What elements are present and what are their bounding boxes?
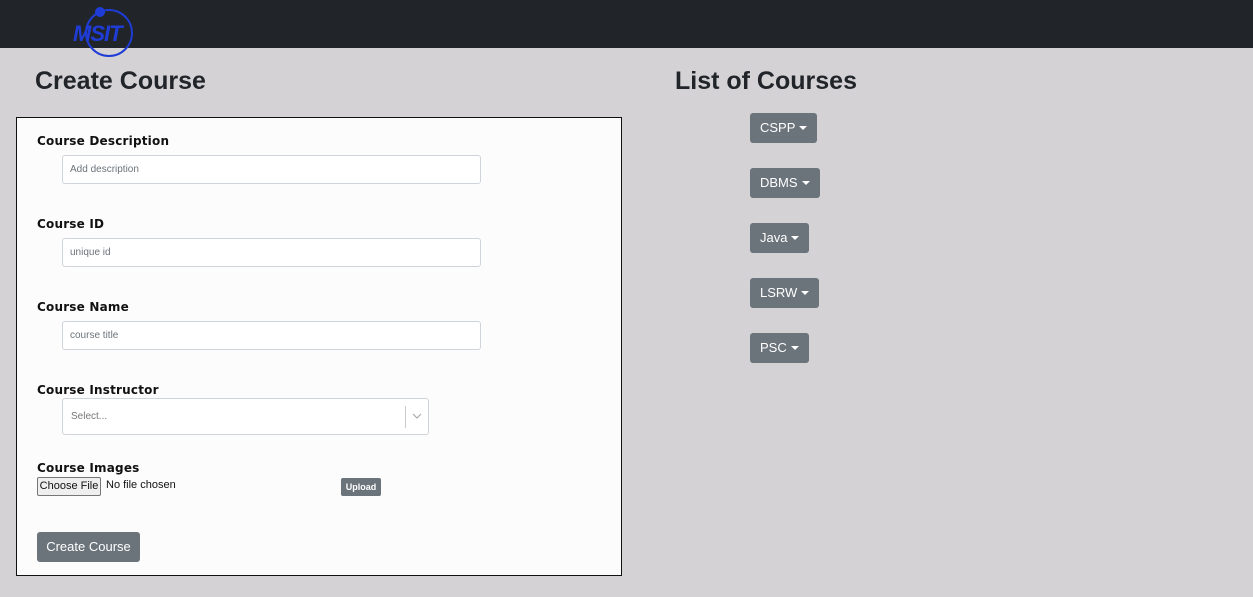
course-label: DBMS — [760, 175, 798, 190]
course-dropdown-java[interactable]: Java — [750, 223, 810, 253]
course-label: CSPP — [760, 120, 796, 135]
course-name-label: Course Name — [37, 300, 129, 314]
select-placeholder: Select... — [71, 411, 108, 422]
caret-down-icon — [801, 181, 810, 185]
course-description-input[interactable] — [62, 155, 481, 184]
create-course-title: Create Course — [35, 67, 206, 95]
course-description-label: Course Description — [37, 134, 170, 148]
create-course-button[interactable]: Create Course — [37, 532, 140, 562]
select-separator — [405, 406, 406, 428]
course-name-input[interactable] — [62, 321, 481, 350]
course-instructor-label: Course Instructor — [37, 383, 159, 397]
course-label: LSRW — [760, 285, 798, 300]
logo-text: MSIT — [73, 21, 123, 46]
course-id-input[interactable] — [62, 238, 481, 267]
logo[interactable]: MSIT — [72, 6, 136, 62]
course-dropdown-cspp[interactable]: CSPP — [750, 113, 818, 143]
course-dropdown-dbms[interactable]: DBMS — [750, 168, 820, 198]
caret-down-icon — [801, 291, 810, 295]
course-label: Java — [760, 230, 788, 245]
list-of-courses-title: List of Courses — [675, 67, 857, 95]
course-instructor-select[interactable]: Select... — [62, 398, 429, 435]
caret-down-icon — [791, 236, 800, 240]
course-id-label: Course ID — [37, 217, 105, 231]
file-status: No file chosen — [106, 479, 176, 491]
navbar: MSIT — [0, 0, 1253, 57]
upload-button[interactable]: Upload — [341, 478, 381, 496]
create-course-form: Course Description Course ID Course Name… — [16, 117, 622, 576]
course-label: PSC — [760, 340, 787, 355]
course-images-label: Course Images — [37, 461, 140, 475]
course-dropdown-psc[interactable]: PSC — [750, 333, 809, 363]
caret-down-icon — [799, 126, 808, 130]
choose-file-button[interactable]: Choose File — [37, 477, 101, 496]
chevron-down-icon[interactable] — [412, 411, 422, 421]
caret-down-icon — [790, 346, 799, 350]
course-dropdown-lsrw[interactable]: LSRW — [750, 278, 820, 308]
